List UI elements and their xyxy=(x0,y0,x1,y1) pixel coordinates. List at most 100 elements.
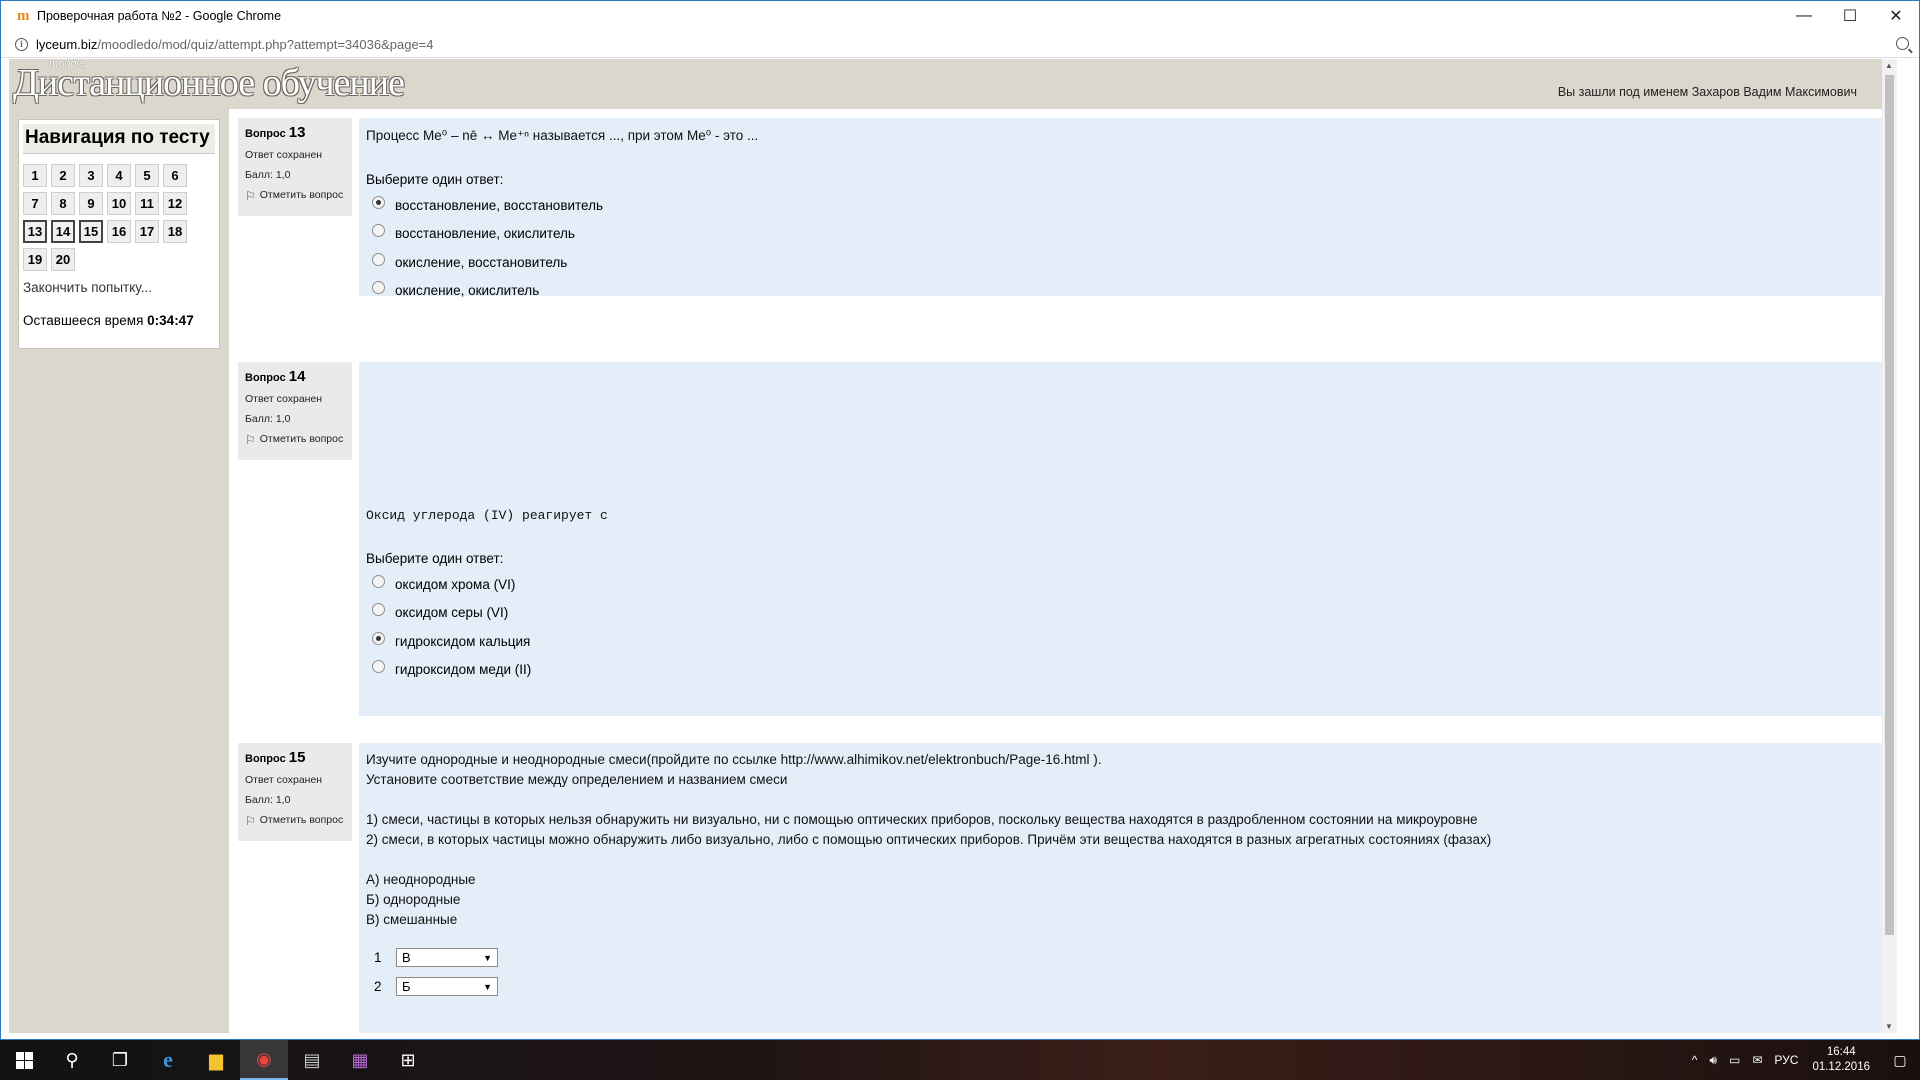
nav-button-9[interactable]: 9 xyxy=(79,192,103,215)
flag-question[interactable]: ⚐ Отметить вопрос xyxy=(245,433,346,447)
select-value[interactable]: Б xyxy=(402,979,411,994)
nav-button-14[interactable]: 14 xyxy=(51,220,75,243)
answer-option[interactable]: восстановление, окислитель xyxy=(366,220,1881,249)
answer-option[interactable]: гидроксидом кальция xyxy=(366,627,1881,656)
flag-icon[interactable]: ⚐ xyxy=(245,433,256,447)
radio-button[interactable] xyxy=(372,574,385,588)
chrome-button[interactable]: ◉ xyxy=(240,1040,288,1080)
start-button[interactable] xyxy=(0,1040,48,1080)
media-icon[interactable]: ▦ xyxy=(351,1050,368,1071)
edge-icon[interactable]: e xyxy=(163,1047,173,1073)
app-icon[interactable]: ▤ xyxy=(303,1050,320,1071)
chrome-icon[interactable]: ◉ xyxy=(256,1049,272,1070)
windows-icon[interactable] xyxy=(15,1051,33,1069)
option-label[interactable]: восстановление, окислитель xyxy=(395,226,575,241)
clock-time[interactable]: 16:44 xyxy=(1812,1045,1870,1060)
address-bar[interactable]: i lyceum.biz /moodledo/mod/quiz/attempt.… xyxy=(1,31,1919,58)
maximize-button[interactable]: ☐ xyxy=(1827,1,1873,31)
task-view-button[interactable]: ❐ xyxy=(96,1040,144,1080)
language-indicator[interactable]: РУС xyxy=(1774,1053,1798,1067)
scroll-up-icon[interactable]: ▲ xyxy=(1885,61,1893,70)
store-icon[interactable]: ⊞ xyxy=(400,1050,415,1071)
nav-button-8[interactable]: 8 xyxy=(51,192,75,215)
page-scrollbar[interactable]: ▲ ▼ xyxy=(1882,59,1897,1033)
match-select[interactable]: В ▼ xyxy=(396,948,498,967)
nav-button-12[interactable]: 12 xyxy=(163,192,187,215)
network-icon[interactable]: ▭ xyxy=(1729,1053,1740,1067)
dropdown-arrow-icon[interactable]: ▼ xyxy=(483,982,492,992)
radio-button[interactable] xyxy=(372,281,385,295)
option-label[interactable]: оксидом хрома (VI) xyxy=(395,577,515,592)
answer-option[interactable]: гидроксидом меди (II) xyxy=(366,656,1881,685)
notification-button[interactable]: ▢ xyxy=(1880,1040,1920,1080)
search-button[interactable]: ⚲ xyxy=(48,1040,96,1080)
nav-button-11[interactable]: 11 xyxy=(135,192,159,215)
answer-option[interactable]: восстановление, восстановитель xyxy=(366,191,1881,220)
radio-button[interactable] xyxy=(372,252,385,266)
answer-option[interactable]: окисление, восстановитель xyxy=(366,248,1881,277)
nav-button-6[interactable]: 6 xyxy=(163,164,187,187)
flag-icon[interactable]: ⚐ xyxy=(245,189,256,203)
notification-icon[interactable]: ▢ xyxy=(1893,1052,1906,1069)
option-label[interactable]: гидроксидом меди (II) xyxy=(395,662,531,677)
media-button[interactable]: ▦ xyxy=(336,1040,384,1080)
url-path[interactable]: /moodledo/mod/quiz/attempt.php?attempt=3… xyxy=(97,37,433,52)
answer-option[interactable]: оксидом хрома (VI) xyxy=(366,570,1881,599)
option-label[interactable]: окисление, окислитель xyxy=(395,283,539,298)
flag-icon[interactable]: ⚐ xyxy=(245,814,256,828)
option-label[interactable]: гидроксидом кальция xyxy=(395,634,530,649)
radio-button[interactable] xyxy=(372,603,385,617)
task-view-icon[interactable]: ❐ xyxy=(112,1050,128,1071)
search-icon[interactable]: ⚲ xyxy=(65,1050,78,1071)
info-icon[interactable]: i xyxy=(15,37,28,51)
radio-button[interactable] xyxy=(372,631,385,645)
message-icon[interactable]: ✉︎ xyxy=(1752,1053,1762,1067)
folder-icon[interactable]: ▆ xyxy=(209,1050,223,1071)
nav-button-20[interactable]: 20 xyxy=(51,248,75,271)
radio-button[interactable] xyxy=(372,224,385,238)
clock-date[interactable]: 01.12.2016 xyxy=(1812,1060,1870,1075)
flag-label[interactable]: Отметить вопрос xyxy=(260,189,343,203)
radio-button[interactable] xyxy=(372,195,385,209)
nav-button-19[interactable]: 19 xyxy=(23,248,47,271)
flag-label[interactable]: Отметить вопрос xyxy=(260,433,343,447)
nav-button-16[interactable]: 16 xyxy=(107,220,131,243)
explorer-button[interactable]: ▆ xyxy=(192,1040,240,1080)
nav-button-4[interactable]: 4 xyxy=(107,164,131,187)
nav-button-17[interactable]: 17 xyxy=(135,220,159,243)
app-button[interactable]: ▤ xyxy=(288,1040,336,1080)
answer-option[interactable]: оксидом серы (VI) xyxy=(366,599,1881,628)
scroll-down-icon[interactable]: ▼ xyxy=(1885,1022,1893,1031)
option-label[interactable]: восстановление, восстановитель xyxy=(395,198,603,213)
nav-button-3[interactable]: 3 xyxy=(79,164,103,187)
finish-attempt-link[interactable]: Закончить попытку... xyxy=(23,280,219,295)
url-host[interactable]: lyceum.biz xyxy=(36,37,97,52)
nav-button-10[interactable]: 10 xyxy=(107,192,131,215)
match-select[interactable]: Б ▼ xyxy=(396,977,498,996)
close-button[interactable]: ✕ xyxy=(1873,1,1919,31)
edge-button[interactable]: e xyxy=(144,1040,192,1080)
flag-question[interactable]: ⚐ Отметить вопрос xyxy=(245,814,346,828)
select-value[interactable]: В xyxy=(402,950,411,965)
flag-label[interactable]: Отметить вопрос xyxy=(260,814,343,828)
nav-button-15[interactable]: 15 xyxy=(79,220,103,243)
flag-question[interactable]: ⚐ Отметить вопрос xyxy=(245,189,346,203)
nav-button-1[interactable]: 1 xyxy=(23,164,47,187)
clock[interactable]: 16:44 01.12.2016 xyxy=(1812,1045,1870,1075)
store-button[interactable]: ⊞ xyxy=(384,1040,432,1080)
zoom-icon[interactable] xyxy=(1896,37,1909,50)
nav-button-7[interactable]: 7 xyxy=(23,192,47,215)
scrollbar-thumb[interactable] xyxy=(1885,75,1894,935)
nav-button-5[interactable]: 5 xyxy=(135,164,159,187)
option-label[interactable]: окисление, восстановитель xyxy=(395,255,567,270)
radio-button[interactable] xyxy=(372,660,385,674)
nav-button-13[interactable]: 13 xyxy=(23,220,47,243)
dropdown-arrow-icon[interactable]: ▼ xyxy=(483,953,492,963)
volume-icon[interactable]: 🔊︎ xyxy=(1709,1053,1717,1068)
nav-button-18[interactable]: 18 xyxy=(163,220,187,243)
minimize-button[interactable]: — xyxy=(1781,1,1827,31)
chevron-up-icon[interactable]: ^ xyxy=(1692,1053,1698,1067)
answer-option[interactable]: окисление, окислитель xyxy=(366,277,1881,306)
nav-button-2[interactable]: 2 xyxy=(51,164,75,187)
option-label[interactable]: оксидом серы (VI) xyxy=(395,605,508,620)
